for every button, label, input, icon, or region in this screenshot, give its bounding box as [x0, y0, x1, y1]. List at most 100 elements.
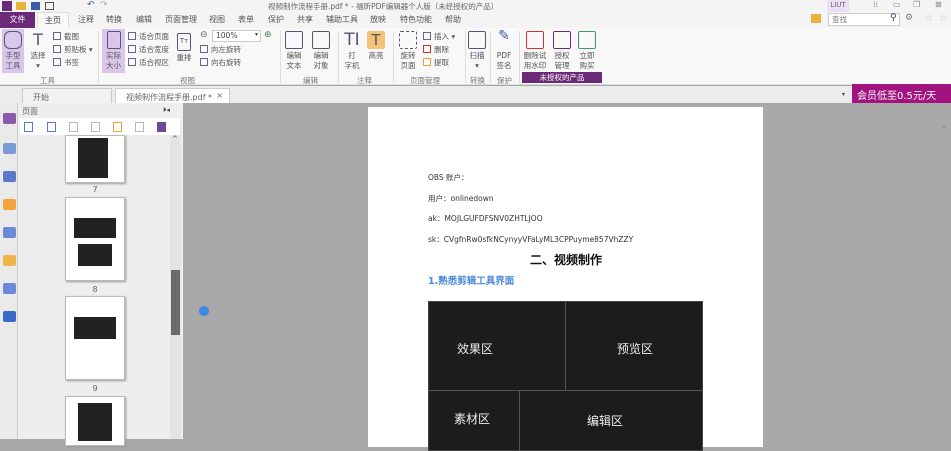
edit-text-label: 编辑 文本: [286, 51, 302, 70]
hand-tool-button[interactable]: 手型 工具: [2, 29, 24, 73]
menu-protect[interactable]: 保护: [268, 14, 284, 25]
prev-icon[interactable]: ◁: [925, 13, 931, 22]
extract-button[interactable]: 提取: [423, 57, 449, 68]
delete-button[interactable]: 删除: [423, 44, 449, 55]
menu-file[interactable]: 文件: [0, 12, 35, 28]
edit-text-icon: [285, 31, 303, 49]
user-badge[interactable]: LIUT: [827, 0, 849, 12]
highlight-icon: T: [367, 31, 385, 49]
menu-form[interactable]: 表单: [238, 14, 254, 25]
menu-present[interactable]: 放映: [370, 14, 386, 25]
replace-page-icon[interactable]: [91, 122, 100, 132]
page-label-icon[interactable]: [157, 122, 166, 132]
next-icon[interactable]: ▷: [941, 13, 947, 22]
pdf-sign-button[interactable]: ✎ PDF 签名: [493, 28, 515, 71]
license-icon: [553, 31, 571, 49]
save-icon[interactable]: [31, 2, 40, 10]
menu-share[interactable]: 共享: [297, 14, 313, 25]
menu-comment[interactable]: 注释: [78, 14, 94, 25]
panel-collapse-icon[interactable]: ⏵◂: [163, 106, 170, 115]
fit-view-label: 适合视区: [139, 58, 169, 67]
minimize-button[interactable]: ▭: [893, 0, 901, 9]
open-icon[interactable]: [16, 2, 26, 10]
page-number: 7: [92, 185, 98, 194]
security-panel-icon[interactable]: [3, 255, 16, 266]
page-thumbnail-7[interactable]: [65, 135, 125, 183]
rotate-left-button[interactable]: 向左旋转: [200, 44, 241, 55]
clipboard-button[interactable]: 剪贴板 ▾: [53, 44, 93, 55]
typewriter-button[interactable]: TI 打 字机: [342, 31, 362, 71]
rotate-page-button[interactable]: 旋转 页面: [396, 31, 420, 71]
scroll-up-icon[interactable]: ^: [941, 125, 947, 133]
pdf-sign-label: PDF 签名: [496, 51, 512, 70]
page-thumbnail-9[interactable]: [65, 296, 125, 380]
tab-start[interactable]: 开始: [22, 88, 112, 103]
buy-now-button[interactable]: 立即 购买: [576, 31, 598, 71]
delete-page-icon[interactable]: [135, 122, 144, 132]
close-button[interactable]: ⊠: [935, 0, 942, 9]
remove-watermark-button[interactable]: 删除试 用水印: [522, 31, 548, 71]
promo-banner[interactable]: 会员低至0.5元/天: [852, 84, 951, 104]
menu-accessibility[interactable]: 辅助工具: [326, 14, 358, 25]
layers-panel-icon[interactable]: [3, 171, 16, 182]
folder-search-icon[interactable]: [811, 14, 821, 23]
bookmarks-panel-icon[interactable]: [3, 113, 16, 124]
scroll-up-icon[interactable]: ^: [172, 135, 178, 143]
gear-icon[interactable]: ⚙: [905, 13, 913, 23]
page-thumbnail-8[interactable]: [65, 197, 125, 281]
signature-panel-icon[interactable]: [3, 311, 16, 322]
bookmark-button[interactable]: 书签: [53, 57, 79, 68]
actual-size-button[interactable]: 实际 大小: [102, 29, 125, 73]
tab-document[interactable]: 视频制作流程手册.pdf * ×: [115, 88, 230, 103]
undo-icon[interactable]: ↶: [87, 0, 95, 10]
close-tab-icon[interactable]: ×: [216, 91, 223, 100]
zoom-in-thumb-icon[interactable]: [24, 122, 33, 132]
insert-button[interactable]: 插入 ▾: [423, 31, 455, 42]
reflow-button[interactable]: Tт 重排: [174, 33, 194, 63]
menu-features[interactable]: 特色功能: [400, 14, 432, 25]
zoom-out-icon[interactable]: ⊖: [200, 30, 208, 40]
menu-edit[interactable]: 编辑: [136, 14, 152, 25]
restore-button[interactable]: ❐: [913, 0, 920, 9]
menu-home[interactable]: 主页: [37, 12, 69, 28]
page-properties-icon[interactable]: [113, 122, 122, 132]
search-icon[interactable]: ⚲: [890, 13, 897, 23]
menu-page-manage[interactable]: 页面管理: [165, 14, 197, 25]
edit-text-button[interactable]: 编辑 文本: [283, 31, 305, 71]
menu-view[interactable]: 视图: [209, 14, 225, 25]
group-label-protect: 保护: [497, 76, 512, 85]
pen-icon: ✎: [498, 28, 510, 44]
highlight-button[interactable]: T 高亮: [365, 31, 387, 61]
fit-width-button[interactable]: 适合宽度: [128, 44, 169, 55]
screenshot-button[interactable]: 截图: [53, 31, 79, 42]
edit-object-button[interactable]: 编辑 对象: [308, 31, 334, 71]
license-manage-button[interactable]: 授权 管理: [551, 31, 573, 71]
menu-help[interactable]: 帮助: [445, 14, 461, 25]
form-panel-icon[interactable]: [3, 283, 16, 294]
rotate-right-button[interactable]: 向右旋转: [200, 57, 241, 68]
menu-bar: 文件 主页 注释 转换 编辑 页面管理 视图 表单 保护 共享 辅助工具 放映 …: [0, 12, 951, 28]
menu-convert[interactable]: 转换: [106, 14, 122, 25]
redo-icon[interactable]: ↷: [100, 0, 108, 10]
scan-button[interactable]: 扫描 ▾: [467, 31, 487, 71]
zoom-select[interactable]: 100% ▾: [212, 30, 261, 42]
insert-page-icon[interactable]: [69, 122, 78, 132]
comments-panel-icon[interactable]: [3, 199, 16, 210]
fit-page-button[interactable]: 适合页面: [128, 31, 169, 42]
divider: [519, 31, 520, 83]
scrollbar-thumb[interactable]: [171, 270, 180, 335]
attachments-panel-icon[interactable]: [3, 227, 16, 238]
tab-start-label: 开始: [33, 93, 49, 102]
fit-view-button[interactable]: 适合视区: [128, 57, 169, 68]
zoom-in-icon[interactable]: ⊕: [264, 30, 272, 40]
layout-icon[interactable]: ⁞⁞: [873, 0, 878, 9]
tab-list-dropdown[interactable]: ▾: [842, 91, 845, 98]
zoom-out-thumb-icon[interactable]: [47, 122, 56, 132]
insert-icon: [423, 32, 431, 40]
page-number: 8: [92, 285, 98, 294]
pages-panel-icon[interactable]: [3, 143, 16, 154]
select-button[interactable]: T 选择 ▾: [28, 31, 48, 71]
tab-document-label: 视频制作流程手册.pdf *: [126, 93, 213, 102]
panel-scrollbar[interactable]: ^: [170, 135, 181, 439]
print-icon[interactable]: [45, 2, 54, 10]
